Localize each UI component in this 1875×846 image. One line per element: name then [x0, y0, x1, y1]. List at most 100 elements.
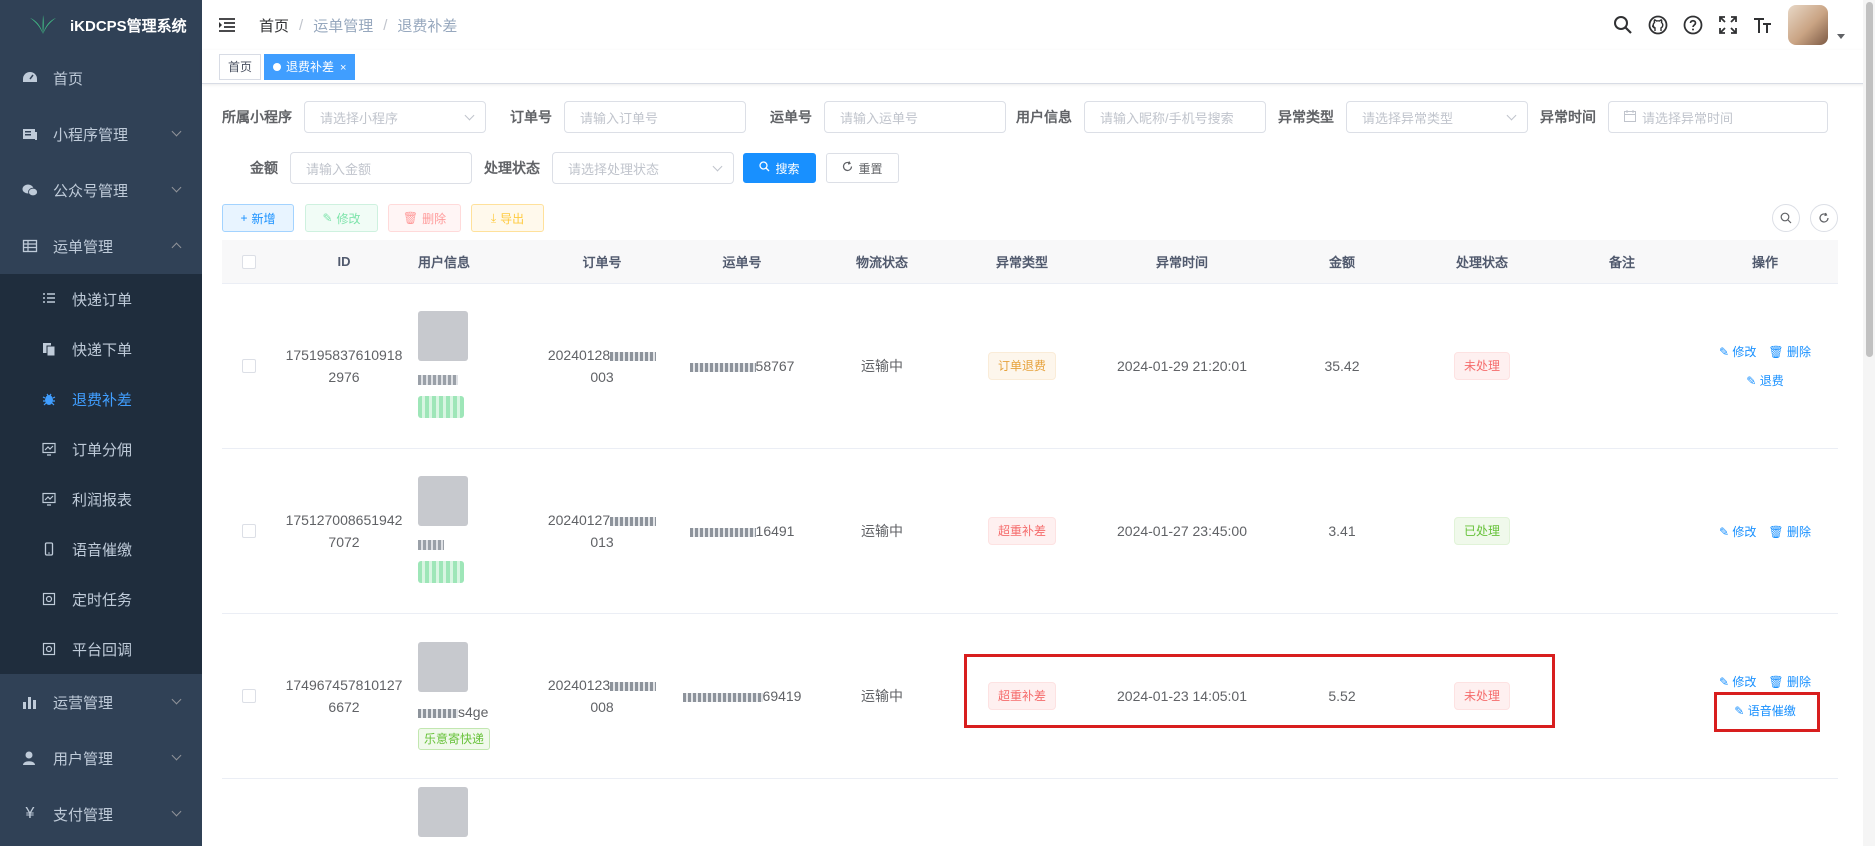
caret-down-icon[interactable] — [1837, 33, 1845, 39]
user-input[interactable]: 请输入昵称/手机号搜索 — [1084, 101, 1266, 133]
app-select[interactable]: 请选择小程序 — [304, 101, 486, 133]
row-id: 175127008651942 7072 — [285, 512, 403, 550]
table-row: 175127008651942 7072 20240127 013 16491 运输… — [222, 449, 1838, 614]
sidebar-item-express-place[interactable]: 快递下单 — [0, 324, 202, 374]
github-icon[interactable] — [1648, 15, 1668, 35]
table-row — [222, 779, 1838, 839]
top-navbar: 首页 / 运单管理 / 退费补差 — [202, 0, 1875, 50]
waybill-input[interactable]: 请输入运单号 — [824, 101, 1006, 133]
tag-refund[interactable]: 退费补差 × — [264, 54, 356, 80]
hamburger-icon[interactable] — [219, 18, 235, 32]
row-checkbox[interactable] — [242, 359, 256, 373]
app-logo[interactable]: iKDCPS管理系统 — [0, 0, 202, 50]
row-checkbox[interactable] — [242, 689, 256, 703]
exc-time-picker[interactable]: 请选择异常时间 — [1608, 101, 1828, 133]
job-icon — [42, 592, 56, 606]
field-waybill: 运单号 请输入运单号 — [768, 101, 1006, 133]
sidebar-item-label: 快递下单 — [72, 341, 133, 359]
sidebar-item-label: 订单分佣 — [72, 441, 133, 459]
sidebar-item-home[interactable]: 首页 — [0, 50, 202, 106]
row-user — [412, 311, 532, 421]
search-icon — [759, 161, 770, 175]
breadcrumb-home[interactable]: 首页 — [259, 15, 289, 36]
select-all-checkbox[interactable] — [242, 254, 256, 269]
edit-link[interactable]: ✎ 修改 — [1719, 343, 1756, 360]
col-logistics: 物流状态 — [855, 255, 908, 270]
sidebar-item-operations[interactable]: 运营管理 — [0, 674, 202, 730]
font-size-icon[interactable] — [1753, 15, 1773, 35]
download-icon: ⤓ — [490, 210, 497, 225]
exc-type-select[interactable]: 请选择异常类型 — [1346, 101, 1528, 133]
row-waybill: 16491 — [672, 523, 812, 539]
delete-link[interactable]: 🗑 删除 — [1768, 673, 1811, 690]
sidebar-item-label: 公众号管理 — [53, 182, 129, 200]
yen-icon: ¥ — [25, 805, 35, 822]
user-icon — [22, 750, 38, 766]
page-scrollbar[interactable] — [1863, 0, 1875, 846]
search-button[interactable]: 搜索 — [743, 153, 816, 183]
delete-link[interactable]: 🗑 删除 — [1768, 523, 1811, 540]
sidebar-item-label: 定时任务 — [72, 591, 133, 609]
sidebar-item-express-orders[interactable]: 快递订单 — [0, 274, 202, 324]
refund-link[interactable]: ✎ 退费 — [1746, 372, 1783, 389]
refresh-button[interactable] — [1810, 204, 1838, 232]
field-user: 用户信息 请输入昵称/手机号搜索 — [1014, 101, 1266, 133]
edit-link[interactable]: ✎ 修改 — [1719, 673, 1756, 690]
order-input[interactable]: 请输入订单号 — [564, 101, 746, 133]
search-icon — [1780, 212, 1792, 224]
user-source-tag — [418, 396, 464, 418]
row-id: 174967457810127 6672 — [285, 677, 403, 715]
chevron-down-icon — [171, 806, 182, 817]
row-checkbox[interactable] — [242, 524, 256, 538]
row-exc-time: 2024-01-27 23:45:00 — [1117, 523, 1247, 539]
sidebar-item-profit-report[interactable]: 利润报表 — [0, 474, 202, 524]
row-actions: ✎ 修改 🗑 删除 ✎ 退费 — [1692, 343, 1838, 389]
edit-button[interactable]: ✎ 修改 — [305, 204, 378, 232]
monitor-icon — [42, 492, 56, 506]
sidebar-item-voice-reminder[interactable]: 语音催缴 — [0, 524, 202, 574]
refresh-icon — [842, 161, 853, 175]
col-status: 处理状态 — [1455, 255, 1508, 270]
sidebar-item-refund[interactable]: 退费补差 — [0, 374, 202, 424]
add-button[interactable]: + 新增 — [222, 204, 294, 232]
sidebar-item-scheduled-tasks[interactable]: 定时任务 — [0, 574, 202, 624]
highlight-box-row3 — [964, 654, 1555, 728]
col-user: 用户信息 — [418, 255, 471, 270]
avatar[interactable] — [1788, 5, 1828, 45]
sidebar-item-waybill[interactable]: 运单管理 — [0, 218, 202, 274]
export-button[interactable]: ⤓ 导出 — [471, 204, 544, 232]
exc-type-badge: 超重补差 — [987, 517, 1056, 545]
logo-icon — [30, 15, 56, 34]
reset-button[interactable]: 重置 — [826, 153, 899, 183]
chevron-up-icon — [171, 242, 182, 253]
row-order: 20240127 013 — [532, 509, 672, 553]
active-dot-icon — [273, 63, 281, 71]
table-row: 175195837610918 2976 20240128 003 58767 运输… — [222, 284, 1838, 449]
status-select[interactable]: 请选择处理状态 — [552, 152, 734, 184]
sidebar-item-users[interactable]: 用户管理 — [0, 730, 202, 786]
row-actions: ✎ 修改 🗑 删除 — [1692, 523, 1838, 540]
status-badge: 未处理 — [1453, 352, 1510, 380]
dashboard-icon — [22, 70, 38, 86]
delete-link[interactable]: 🗑 删除 — [1768, 343, 1811, 360]
wechat-icon — [22, 182, 38, 198]
user-avatar — [418, 311, 468, 361]
sidebar-item-miniprogram[interactable]: 小程序管理 — [0, 106, 202, 162]
fullscreen-icon[interactable] — [1718, 15, 1738, 35]
scrollbar-thumb[interactable] — [1866, 2, 1873, 357]
search-icon[interactable] — [1613, 15, 1633, 35]
sidebar-item-label: 平台回调 — [72, 641, 133, 659]
monitor-icon — [42, 442, 56, 456]
sidebar-item-wechat[interactable]: 公众号管理 — [0, 162, 202, 218]
edit-link[interactable]: ✎ 修改 — [1719, 523, 1756, 540]
toggle-search-button[interactable] — [1772, 204, 1800, 232]
amount-input[interactable]: 请输入金额 — [290, 152, 472, 184]
help-icon[interactable] — [1683, 15, 1703, 35]
close-icon[interactable]: × — [340, 62, 346, 74]
delete-button[interactable]: 🗑 删除 — [388, 204, 461, 232]
sidebar-item-payments[interactable]: ¥ 支付管理 — [0, 786, 202, 842]
tag-home[interactable]: 首页 — [219, 54, 262, 80]
miniprogram-icon — [22, 126, 38, 142]
sidebar-item-commission[interactable]: 订单分佣 — [0, 424, 202, 474]
sidebar-item-platform-callback[interactable]: 平台回调 — [0, 624, 202, 674]
